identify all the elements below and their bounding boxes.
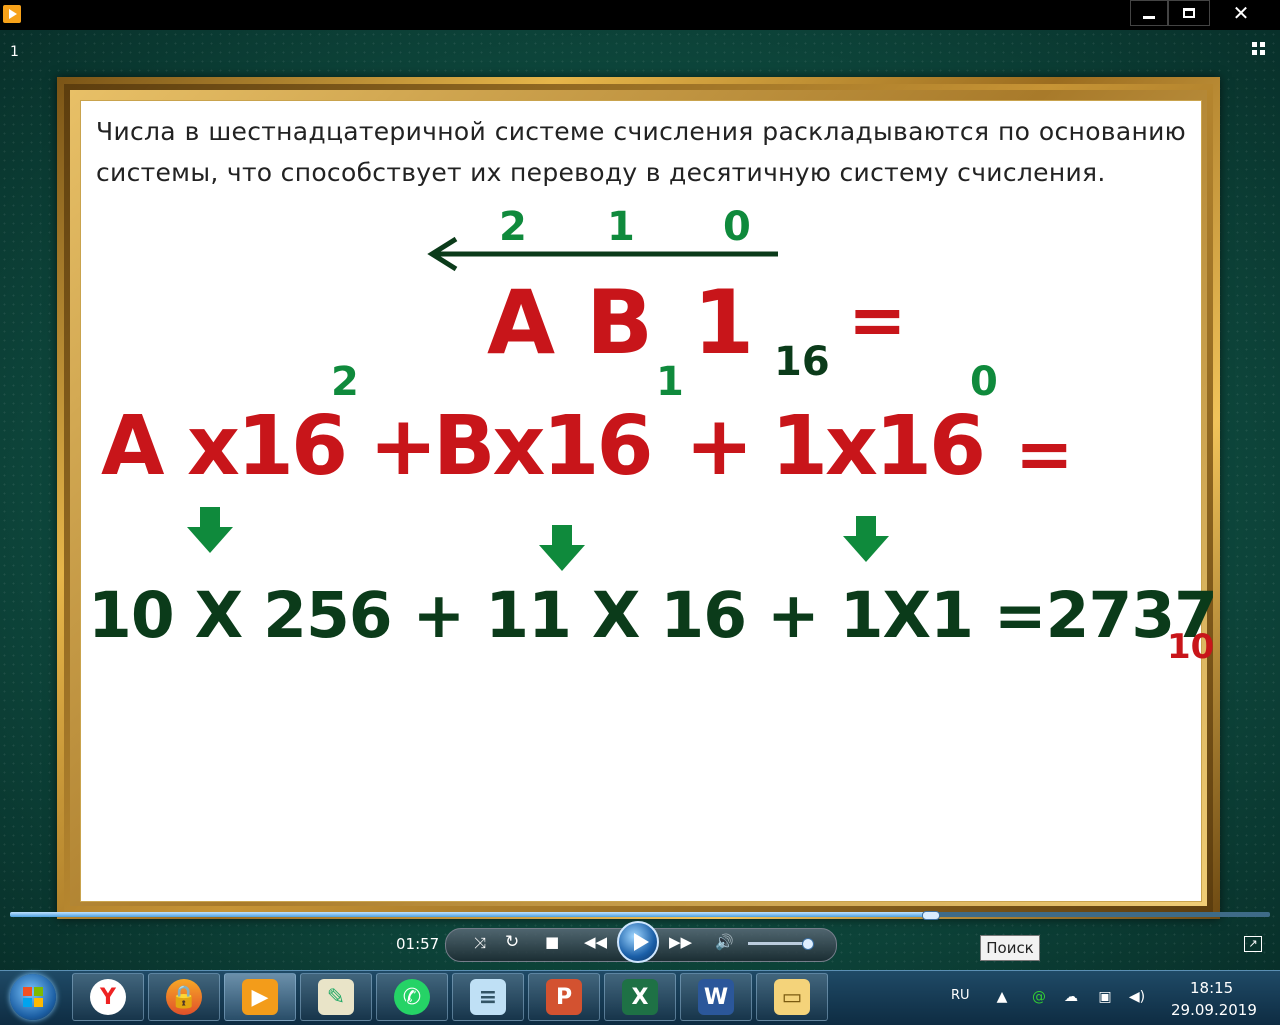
- hex-base: 16: [774, 339, 830, 385]
- repeat-icon[interactable]: ↻: [505, 932, 519, 952]
- slide-content: Числа в шестнадцатеричной системе счисле…: [80, 100, 1218, 902]
- taskbar-yandex-browser[interactable]: Y: [72, 973, 144, 1021]
- taskbar-file-explorer[interactable]: ▭: [756, 973, 828, 1021]
- expansion-term-2: Bx16: [433, 399, 654, 494]
- restore-icon: [1183, 8, 1195, 18]
- sync-icon[interactable]: ☁: [1062, 988, 1080, 1006]
- excel-icon: X: [622, 979, 658, 1015]
- seek-bar[interactable]: [10, 912, 1270, 917]
- windows-logo-icon: [23, 987, 43, 1007]
- elapsed-time: 01:57: [396, 935, 440, 953]
- show-hidden-icons-icon[interactable]: ▲: [993, 988, 1011, 1006]
- volume-icon[interactable]: ◀): [1128, 988, 1146, 1006]
- taskbar-excel[interactable]: X: [604, 973, 676, 1021]
- language-indicator[interactable]: RU: [951, 988, 970, 1003]
- hex-digit-b: B: [586, 271, 654, 374]
- notepad-icon: ≡: [470, 979, 506, 1015]
- decimal-result: 10 X 256 + 11 X 16 + 1X1 =2737: [88, 579, 1218, 652]
- left-arrow-icon: [427, 236, 778, 272]
- shield-icon: 🔒: [166, 979, 202, 1015]
- intro-text: Числа в шестнадцатеричной системе счисле…: [96, 117, 1186, 187]
- maximize-button[interactable]: [1168, 0, 1210, 26]
- hex-digit-a: A: [487, 271, 556, 374]
- start-button[interactable]: [10, 974, 56, 1020]
- down-arrow-icon: [843, 516, 889, 562]
- pencil-icon: ✎: [318, 979, 354, 1015]
- exponent-1: 1: [656, 359, 684, 405]
- whatsapp-icon: ✆: [394, 979, 430, 1015]
- media-player-icon: ▶: [242, 979, 278, 1015]
- window-title-bar: ✕: [0, 0, 1280, 30]
- expansion-term-3: 1x16: [771, 399, 986, 494]
- folder-icon: ▭: [774, 979, 810, 1015]
- taskbar-vpn[interactable]: 🔒: [148, 973, 220, 1021]
- expansion-plus-1: +: [369, 399, 438, 494]
- previous-icon[interactable]: ◀◀: [584, 933, 607, 951]
- hex-equals: =: [848, 279, 907, 361]
- close-icon: ✕: [1232, 1, 1250, 25]
- minimize-icon: [1143, 15, 1155, 19]
- taskbar-word[interactable]: W: [680, 973, 752, 1021]
- minimize-button[interactable]: [1130, 0, 1168, 26]
- powerpoint-icon: P: [546, 979, 582, 1015]
- next-icon[interactable]: ▶▶: [669, 933, 692, 951]
- network-icon[interactable]: ▣: [1096, 988, 1114, 1006]
- yandex-icon: Y: [90, 979, 126, 1015]
- hex-digit-1: 1: [693, 271, 755, 374]
- switch-to-library-icon[interactable]: ↗: [1244, 936, 1262, 952]
- down-arrow-icon: [539, 525, 585, 571]
- clock-time[interactable]: 18:15: [1190, 979, 1233, 997]
- down-arrow-icon: [187, 507, 233, 553]
- result-base: 10: [1167, 627, 1215, 667]
- seek-thumb[interactable]: [921, 911, 940, 920]
- play-button[interactable]: [617, 921, 659, 963]
- seek-bar-progress: [10, 912, 930, 917]
- media-player-app-icon[interactable]: [3, 5, 21, 23]
- mail-agent-icon[interactable]: @: [1030, 988, 1048, 1006]
- taskbar-paint[interactable]: ✎: [300, 973, 372, 1021]
- word-icon: W: [698, 979, 734, 1015]
- expansion-equals: =: [1015, 413, 1074, 495]
- search-tooltip: Поиск: [980, 935, 1040, 961]
- clock-date[interactable]: 29.09.2019: [1171, 1001, 1257, 1019]
- layout-toggle-icon[interactable]: [1252, 42, 1270, 56]
- shuffle-icon[interactable]: ⤨: [474, 934, 486, 952]
- expansion-term-1: A x16: [101, 399, 348, 494]
- taskbar-powerpoint[interactable]: P: [528, 973, 600, 1021]
- close-button[interactable]: ✕: [1210, 0, 1272, 26]
- stop-icon[interactable]: ■: [545, 933, 559, 951]
- volume-slider[interactable]: [748, 942, 810, 945]
- expansion-plus-2: +: [685, 399, 754, 494]
- mute-icon[interactable]: 🔊: [715, 933, 734, 951]
- taskbar-notepad[interactable]: ≡: [452, 973, 524, 1021]
- slide-number: 1: [10, 44, 19, 60]
- volume-thumb[interactable]: [801, 938, 814, 950]
- taskbar-media-player[interactable]: ▶: [224, 973, 296, 1021]
- taskbar-whatsapp[interactable]: ✆: [376, 973, 448, 1021]
